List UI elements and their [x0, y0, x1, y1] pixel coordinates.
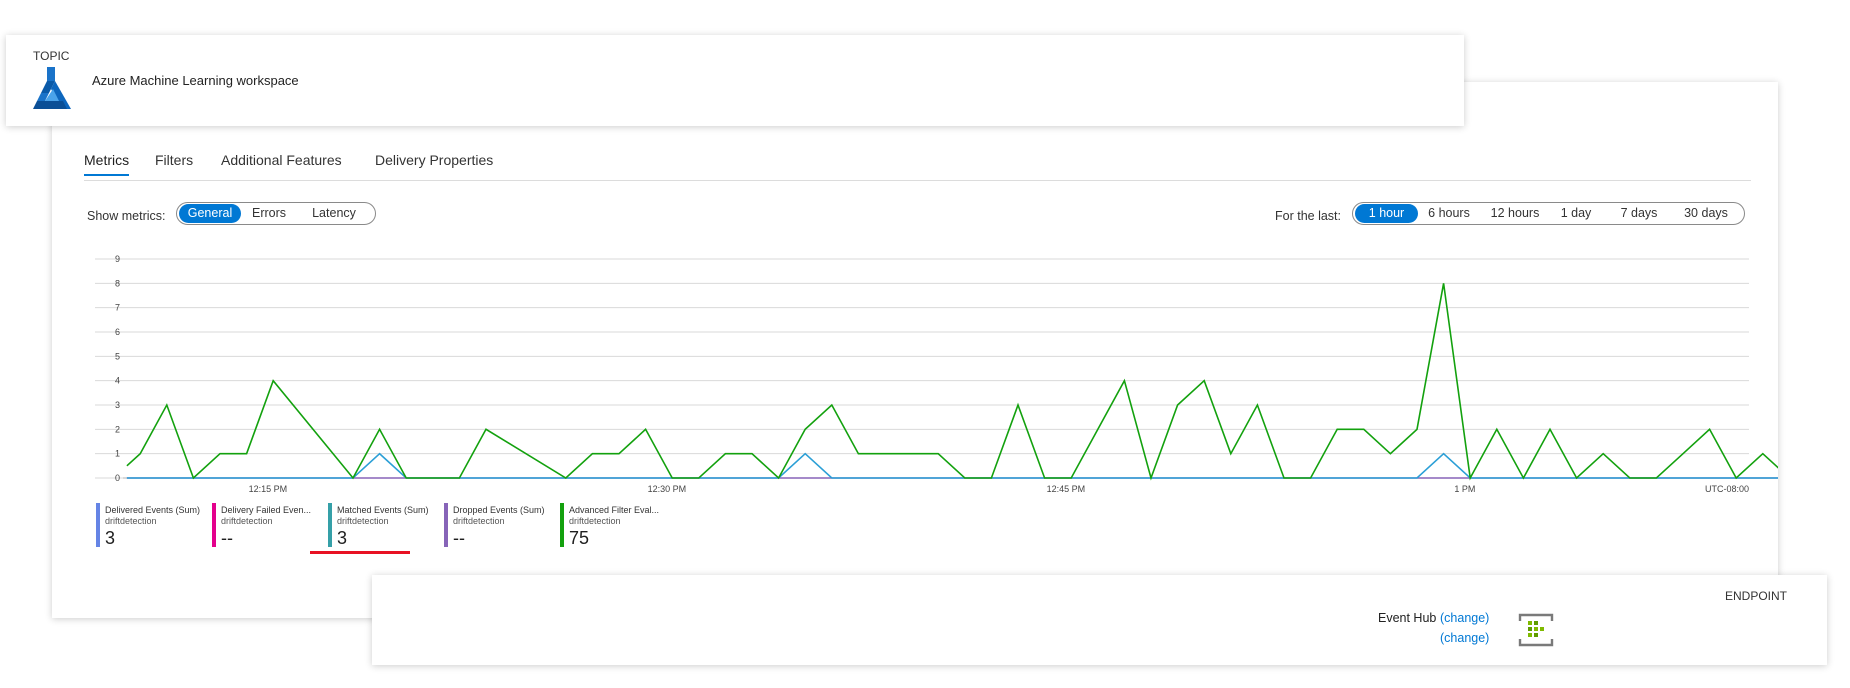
y-tick-label: 4: [115, 376, 120, 386]
legend-source: driftdetection: [105, 516, 157, 526]
legend-source: driftdetection: [453, 516, 505, 526]
legend-name: Delivered Events (Sum): [105, 505, 201, 515]
change-endpoint-link[interactable]: (change): [1440, 611, 1489, 625]
legend-value: --: [453, 528, 465, 548]
azure-ml-flask-icon: [33, 67, 71, 109]
y-tick-label: 6: [115, 327, 120, 337]
topic-card: TOPIC Azure Machine Learning workspace: [6, 35, 1464, 126]
legend-name: Dropped Events (Sum): [453, 505, 545, 515]
highlight-underline: [310, 551, 410, 554]
legend-name: Matched Events (Sum): [337, 505, 429, 515]
y-tick-label: 3: [115, 400, 120, 410]
legend-value: 3: [337, 528, 348, 548]
endpoint-card: ENDPOINT Event Hub (change) (change): [372, 575, 1827, 665]
legend-color-bar: [328, 503, 332, 547]
y-tick-label: 7: [115, 303, 120, 313]
legend-color-bar: [212, 503, 216, 547]
x-tick-label: 1 PM: [1454, 484, 1475, 494]
legend-name: Advanced Filter Eval...: [569, 505, 660, 515]
legend-source: driftdetection: [221, 516, 273, 526]
metrics-panel: Metrics Filters Additional Features Deli…: [52, 82, 1778, 618]
endpoint-caption: ENDPOINT: [1724, 589, 1787, 603]
y-tick-label: 9: [115, 254, 120, 264]
legend-name: Delivery Failed Even...: [221, 505, 312, 515]
legend-source: driftdetection: [337, 516, 389, 526]
legend-color-bar: [96, 503, 100, 547]
legend-source: driftdetection: [569, 516, 621, 526]
change-endpoint-link-2[interactable]: (change): [1440, 631, 1489, 645]
legend-value: 3: [105, 528, 116, 548]
y-tick-label: 8: [115, 278, 120, 288]
endpoint-type: Event Hub: [1378, 611, 1437, 625]
timezone-label: UTC-08:00: [1705, 484, 1749, 494]
legend-color-bar: [444, 503, 448, 547]
x-tick-label: 12:15 PM: [249, 484, 288, 494]
y-tick-label: 0: [115, 473, 120, 483]
topic-caption: TOPIC: [33, 49, 70, 63]
legend-color-bar: [560, 503, 564, 547]
y-tick-label: 2: [115, 424, 120, 434]
x-tick-label: 12:45 PM: [1047, 484, 1086, 494]
y-tick-label: 1: [115, 449, 120, 459]
x-tick-label: 12:30 PM: [648, 484, 687, 494]
legend-value: --: [221, 528, 233, 548]
event-hub-icon: [1518, 613, 1554, 647]
legend-value: 75: [569, 528, 590, 548]
metrics-line-chart[interactable]: 0 1 2 3 4 5 6 7 8 9 12:15 PM 12:30 PM 12:45 PM 1 PM UT…: [52, 82, 1778, 618]
y-tick-label: 5: [115, 351, 120, 361]
topic-title: Azure Machine Learning workspace: [92, 73, 299, 88]
